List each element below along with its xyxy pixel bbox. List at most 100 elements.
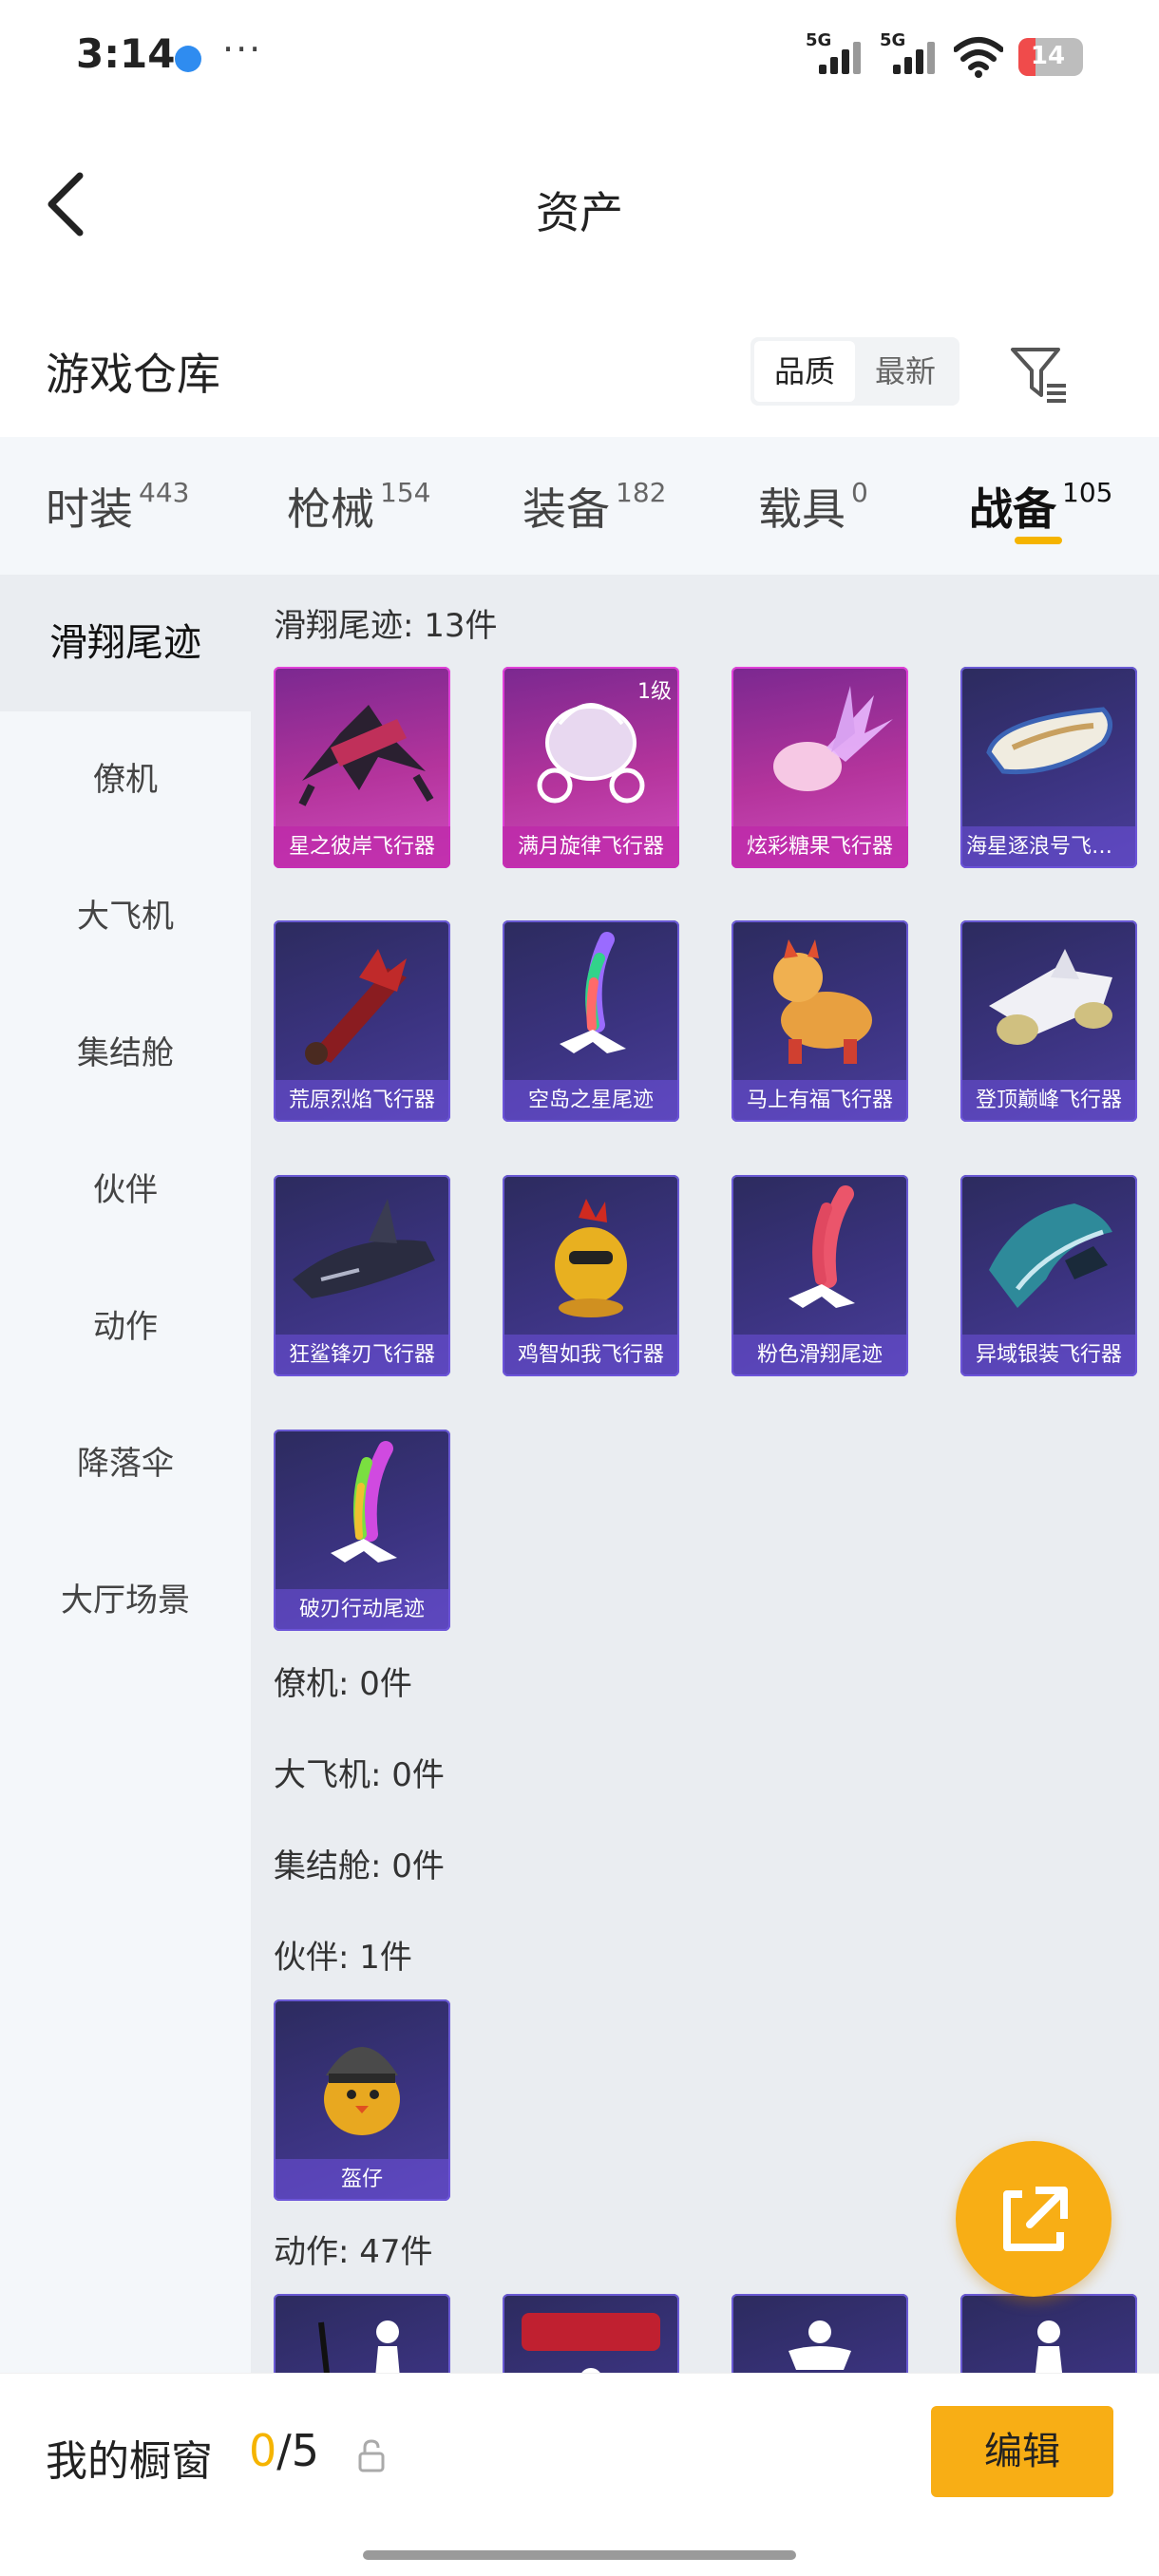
tab-label: 战备 — [969, 483, 1056, 535]
item-name: 狂鲨锋刃飞行器 — [274, 1335, 450, 1376]
tab-label: 枪械 — [287, 483, 374, 535]
item-card[interactable]: 海星逐浪号飞行器 — [960, 667, 1137, 868]
horse-glider-icon — [773, 939, 872, 1064]
silver-wing-glider-icon — [989, 1203, 1112, 1308]
showcase-total: /5 — [276, 2425, 320, 2476]
level-badge: 1级 — [637, 680, 672, 704]
item-name: 荒原烈焰飞行器 — [274, 1080, 450, 1122]
dark-wing-glider-icon — [298, 705, 434, 806]
item-card[interactable] — [503, 2294, 679, 2373]
item-card[interactable]: 粉色滑翔尾迹 — [732, 1175, 908, 1376]
sort-quality-button[interactable]: 品质 — [754, 341, 855, 402]
item-list: 滑翔尾迹: 13件 星之彼岸飞行器 1级 满月旋律飞行器 炫彩糖果飞行器 海星逐… — [251, 575, 1159, 2373]
item-card[interactable]: 马上有福飞行器 — [732, 920, 908, 1122]
item-name: 马上有福飞行器 — [732, 1080, 908, 1122]
item-card[interactable]: 荒原烈焰飞行器 — [274, 920, 450, 1122]
app-header: 资产 — [0, 123, 1159, 285]
edit-button[interactable]: 编辑 — [931, 2406, 1113, 2497]
item-card[interactable]: 登顶巅峰飞行器 — [960, 920, 1137, 1122]
chicken-glider-icon — [555, 1199, 627, 1317]
item-card[interactable]: 狂鲨锋刃飞行器 — [274, 1175, 450, 1376]
item-name: 海星逐浪号飞行器 — [960, 826, 1137, 868]
tab-count: 105 — [1062, 477, 1113, 508]
signal-icon: 5G — [806, 30, 864, 80]
group-title: 滑翔尾迹: 13件 — [274, 607, 498, 645]
item-card[interactable]: 空岛之星尾迹 — [503, 920, 679, 1122]
showcase-current: 0 — [249, 2425, 277, 2476]
tab-label: 时装 — [46, 483, 133, 535]
item-card[interactable]: 炫彩糖果飞行器 — [732, 667, 908, 868]
item-name: 异域银装飞行器 — [960, 1335, 1137, 1376]
tab-count: 0 — [851, 477, 868, 508]
active-tab-indicator — [1015, 537, 1062, 544]
tab-readiness[interactable]: 战备 105 — [969, 475, 1112, 538]
item-card[interactable] — [960, 2294, 1137, 2373]
helmet-chick-icon — [324, 2047, 400, 2135]
page-title: 资产 — [536, 187, 623, 238]
more-notifications-icon: ··· — [222, 28, 263, 70]
jet-glider-icon — [989, 949, 1112, 1045]
sidebar-item-assembly-pod[interactable]: 集结舱 — [0, 985, 251, 1122]
pink-trail-icon — [788, 1185, 855, 1308]
tab-vehicles[interactable]: 载具 0 — [758, 475, 868, 538]
sort-toggle: 品质 最新 — [750, 337, 960, 406]
item-name: 盔仔 — [274, 2159, 450, 2201]
emote-icon — [1035, 2320, 1063, 2373]
group-title: 大飞机: 0件 — [274, 1756, 445, 1794]
group-title: 集结舱: 0件 — [274, 1847, 445, 1885]
category-tabs: 时装 443 枪械 154 装备 182 载具 0 战备 105 — [0, 437, 1159, 575]
sidebar-item-lobby-scene[interactable]: 大厅场景 — [0, 1532, 251, 1669]
sidebar-item-companion[interactable]: 伙伴 — [0, 1122, 251, 1259]
tab-fashion[interactable]: 时装 443 — [46, 475, 189, 538]
wifi-icon — [954, 37, 1003, 78]
home-indicator[interactable] — [363, 2550, 796, 2560]
showcase-bar: 我的橱窗 0/5 编辑 — [0, 2373, 1159, 2576]
item-name: 登顶巅峰飞行器 — [960, 1080, 1137, 1122]
item-card[interactable] — [274, 2294, 450, 2373]
sort-newest-button[interactable]: 最新 — [855, 341, 956, 402]
showcase-count: 0/5 — [249, 2425, 319, 2476]
showcase-label: 我的橱窗 — [46, 2437, 213, 2486]
tab-count: 182 — [616, 477, 667, 508]
filter-icon[interactable] — [1007, 342, 1070, 405]
item-card[interactable]: 异域银装飞行器 — [960, 1175, 1137, 1376]
flame-glider-icon — [305, 949, 407, 1065]
shark-glider-icon — [293, 1199, 435, 1298]
battery-level: 14 — [1030, 42, 1066, 70]
item-name: 满月旋律飞行器 — [503, 826, 679, 868]
item-card[interactable]: 星之彼岸飞行器 — [274, 667, 450, 868]
group-title: 僚机: 0件 — [274, 1665, 412, 1703]
item-name: 炫彩糖果飞行器 — [732, 826, 908, 868]
sidebar-item-big-plane[interactable]: 大飞机 — [0, 848, 251, 985]
group-title: 伙伴: 1件 — [274, 1939, 412, 1977]
warehouse-title: 游戏仓库 — [46, 349, 220, 400]
item-name: 粉色滑翔尾迹 — [732, 1335, 908, 1376]
item-name: 破刃行动尾迹 — [274, 1589, 450, 1631]
status-icons: 5G 5G 14 — [806, 30, 1083, 80]
item-card[interactable] — [732, 2294, 908, 2373]
battery-icon: 14 — [1018, 38, 1083, 76]
tab-count: 443 — [139, 477, 190, 508]
share-icon — [1003, 2187, 1068, 2251]
emote-icon — [788, 2320, 851, 2370]
share-button[interactable] — [956, 2141, 1112, 2297]
app-notification-icon — [175, 46, 201, 72]
status-time: 3:14 — [76, 30, 176, 77]
group-title: 动作: 47件 — [274, 2233, 433, 2271]
gradient-trail-icon — [331, 1441, 397, 1563]
item-card[interactable]: 1级 满月旋律飞行器 — [503, 667, 679, 868]
sidebar-item-parachute[interactable]: 降落伞 — [0, 1395, 251, 1532]
sidebar-item-wingman[interactable]: 僚机 — [0, 711, 251, 848]
tab-label: 载具 — [758, 483, 846, 535]
tab-guns[interactable]: 枪械 154 — [287, 475, 430, 538]
tab-count: 154 — [380, 477, 431, 508]
item-name: 鸡智如我飞行器 — [503, 1335, 679, 1376]
item-card[interactable]: 破刃行动尾迹 — [274, 1430, 450, 1631]
sidebar-item-glide-trail[interactable]: 滑翔尾迹 — [0, 575, 251, 711]
item-name: 空岛之星尾迹 — [503, 1080, 679, 1122]
item-card[interactable]: 鸡智如我飞行器 — [503, 1175, 679, 1376]
tab-equipment[interactable]: 装备 182 — [522, 475, 666, 538]
sidebar-item-emote[interactable]: 动作 — [0, 1259, 251, 1395]
candy-glider-icon — [773, 686, 893, 791]
item-card[interactable]: 盔仔 — [274, 1999, 450, 2201]
